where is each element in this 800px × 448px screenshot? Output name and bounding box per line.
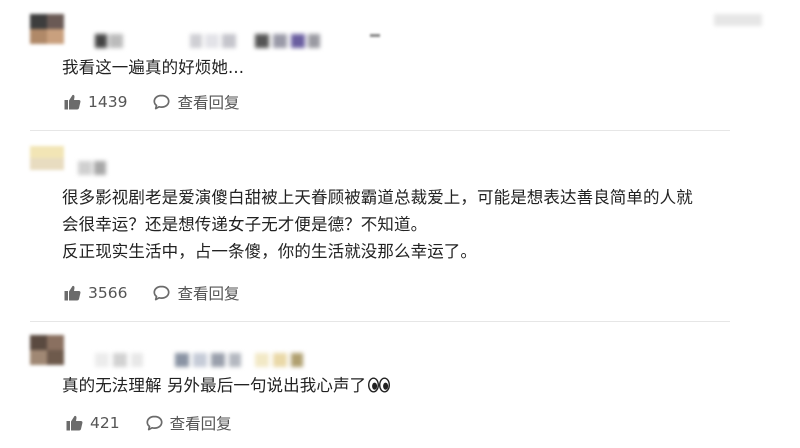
view-replies-label: 查看回复 — [169, 415, 232, 433]
view-replies-label: 查看回复 — [177, 94, 240, 112]
view-replies-button[interactable]: 查看回复 — [153, 91, 239, 113]
thumbs-up-icon — [64, 285, 81, 301]
view-replies-button[interactable]: 查看回复 — [153, 282, 239, 304]
comment-text: 很多影视剧老是爱演傻白甜被上天眷顾被霸道总裁爱上，可能是想表达善良简单的人就 会… — [62, 184, 693, 265]
username-blurred[interactable] — [95, 31, 355, 53]
comment-actions: 421 查看回复 — [66, 412, 232, 434]
like-count: 3566 — [88, 284, 128, 302]
like-count: 421 — [90, 414, 120, 432]
like-button[interactable]: 1439 — [64, 93, 127, 111]
like-button[interactable]: 421 — [66, 414, 120, 432]
avatar[interactable] — [30, 146, 64, 170]
view-replies-button[interactable]: 查看回复 — [146, 412, 232, 434]
chat-bubble-icon — [153, 285, 171, 301]
chat-bubble-icon — [153, 94, 171, 110]
avatar[interactable] — [30, 335, 64, 365]
username-blurred[interactable] — [78, 158, 118, 180]
view-replies-label: 查看回复 — [177, 285, 240, 303]
comment-text-line: 很多影视剧老是爱演傻白甜被上天眷顾被霸道总裁爱上，可能是想表达善良简单的人就 — [62, 188, 693, 207]
comment-text-line: 真的无法理解 另外最后一句说出我心声了 — [62, 376, 367, 395]
chat-bubble-icon — [146, 415, 163, 431]
like-count: 1439 — [88, 93, 128, 111]
username-blurred[interactable] — [95, 350, 325, 372]
thumbs-up-icon — [66, 415, 83, 431]
comment-divider — [30, 321, 730, 322]
like-button[interactable]: 3566 — [64, 284, 127, 302]
thumbs-up-icon — [64, 94, 81, 110]
comment-text-line: 反正现实生活中，占一条傻，你的生活就没那么幸运了。 — [62, 242, 477, 261]
comment-text: 真的无法理解 另外最后一句说出我心声了 — [62, 372, 391, 399]
comment-text: 我看这一遍真的好烦她... — [62, 54, 244, 81]
comment-text-line: 会很幸运？还是想传递女子无才便是德？不知道。 — [62, 215, 428, 234]
comment-divider — [30, 130, 730, 131]
options-blurred[interactable] — [714, 14, 764, 28]
comment-text-line: 我看这一遍真的好烦她... — [62, 58, 245, 77]
eyes-emoji — [368, 377, 391, 393]
comment-actions: 1439 查看回复 — [64, 91, 239, 113]
dash-blurred — [370, 33, 382, 39]
avatar[interactable] — [30, 14, 64, 44]
comment-actions: 3566 查看回复 — [64, 282, 239, 304]
